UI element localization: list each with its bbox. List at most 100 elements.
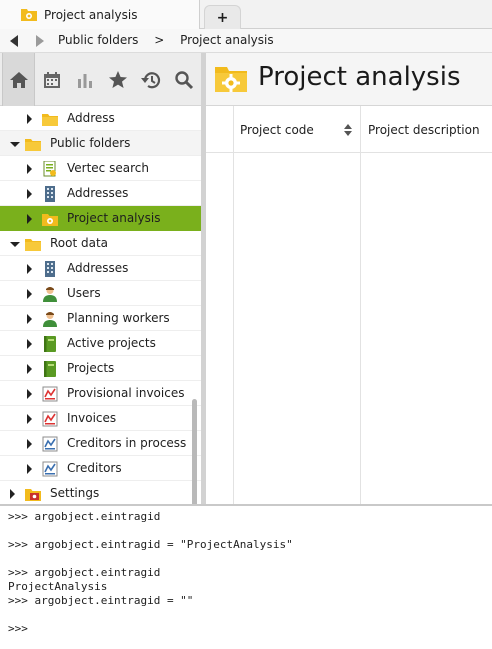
search-icon[interactable] [167, 53, 200, 106]
tree-item-label: Addresses [67, 186, 129, 200]
folder-icon [25, 139, 41, 151]
breadcrumb-item-project-analysis[interactable]: Project analysis [180, 33, 273, 47]
user-icon [43, 287, 57, 302]
sort-icon[interactable] [344, 124, 352, 136]
tree-item-root-data[interactable]: Root data [0, 231, 201, 256]
data-grid: Project code Project description [206, 106, 492, 504]
tree-item-label: Active projects [67, 336, 156, 350]
home-icon[interactable] [2, 53, 35, 106]
tree-item-label: Creditors [67, 461, 122, 475]
project-analysis-icon [42, 214, 58, 226]
expand-arrow-icon[interactable] [27, 264, 32, 274]
expand-arrow-icon[interactable] [27, 114, 32, 124]
tree-item-label: Root data [50, 236, 109, 250]
document-icon [43, 161, 56, 177]
star-icon[interactable] [101, 53, 134, 106]
expand-arrow-icon[interactable] [27, 214, 32, 224]
tree-item-planning-workers[interactable]: Planning workers [0, 306, 201, 331]
grid-column-divider [233, 106, 234, 504]
navigation-tree: Address Public folders Vertec search Addres… [0, 106, 201, 504]
building-icon [45, 186, 55, 202]
expand-arrow-icon[interactable] [27, 164, 32, 174]
creditor-icon [42, 436, 58, 452]
invoice-icon [42, 411, 58, 427]
project-book-icon [44, 361, 56, 377]
page-header: Project analysis [206, 53, 492, 106]
tree-item-label: Address [67, 111, 115, 125]
breadcrumb-item-public-folders[interactable]: Public folders [58, 33, 138, 47]
grid-column-divider [360, 106, 361, 504]
console-line: ProjectAnalysis [8, 580, 108, 593]
tree-item-label: Public folders [50, 136, 131, 150]
tree-item-addresses[interactable]: Addresses [0, 256, 201, 281]
tree-item-provisional-invoices[interactable]: Provisional invoices [0, 381, 201, 406]
tree-item-settings[interactable]: Settings [0, 481, 201, 504]
tree-item-label: Invoices [67, 411, 117, 425]
expand-arrow-icon[interactable] [27, 364, 32, 374]
console-line: >>> argobject.eintragid = "" [8, 594, 194, 607]
invoice-icon [42, 386, 58, 402]
tab-project-analysis[interactable]: Project analysis [0, 0, 200, 29]
calendar-icon[interactable] [35, 53, 68, 106]
building-icon [45, 261, 55, 277]
expand-arrow-icon[interactable] [27, 339, 32, 349]
expand-arrow-icon[interactable] [27, 389, 32, 399]
expand-arrow-icon[interactable] [27, 189, 32, 199]
collapse-arrow-icon[interactable] [10, 142, 20, 147]
bar-chart-icon[interactable] [68, 53, 101, 106]
expand-arrow-icon[interactable] [27, 289, 32, 299]
folder-icon [42, 114, 58, 126]
expand-arrow-icon[interactable] [27, 414, 32, 424]
tree-item-label: Provisional invoices [67, 386, 185, 400]
page-title: Project analysis [258, 62, 461, 92]
folder-icon [25, 239, 41, 251]
breadcrumb-bar: Public folders > Project analysis [0, 29, 492, 53]
project-analysis-icon [215, 67, 247, 92]
new-tab-button[interactable]: + [204, 5, 241, 29]
console-prompt[interactable]: >>> [8, 622, 484, 636]
breadcrumb-separator: > [154, 33, 165, 47]
expand-arrow-icon[interactable] [10, 489, 15, 499]
expand-arrow-icon[interactable] [27, 464, 32, 474]
tree-item-invoices[interactable]: Invoices [0, 406, 201, 431]
console-line: >>> argobject.eintragid = "ProjectAnalys… [8, 538, 293, 551]
tree-item-public-folders[interactable]: Public folders [0, 131, 201, 156]
expand-arrow-icon[interactable] [27, 314, 32, 324]
tree-item-label: Planning workers [67, 311, 170, 325]
creditor-icon [42, 461, 58, 477]
tab-bar: Project analysis + [0, 0, 492, 29]
tree-item-users[interactable]: Users [0, 281, 201, 306]
tab-label: Project analysis [44, 7, 138, 22]
project-analysis-icon [21, 9, 37, 21]
tree-item-active-projects[interactable]: Active projects [0, 331, 201, 356]
tree-scrollbar[interactable] [192, 399, 197, 504]
collapse-arrow-icon[interactable] [10, 242, 20, 247]
python-console[interactable]: >>> argobject.eintragid >>> argobject.ei… [0, 504, 492, 649]
tree-item-label: Addresses [67, 261, 129, 275]
tree-item-vertec-search[interactable]: Vertec search [0, 156, 201, 181]
tree-item-creditors-in-process[interactable]: Creditors in process [0, 431, 201, 456]
tree-item-label: Creditors in process [67, 436, 187, 450]
column-header-project-description[interactable]: Project description [368, 123, 480, 137]
settings-folder-icon [25, 489, 41, 501]
tree-item-label: Settings [50, 486, 100, 500]
tree-item-projects[interactable]: Projects [0, 356, 201, 381]
tree-item-address[interactable]: Address [0, 106, 201, 131]
tree-item-label: Project analysis [67, 211, 161, 225]
expand-arrow-icon[interactable] [27, 439, 32, 449]
user-icon [43, 312, 57, 327]
forward-arrow-icon[interactable] [36, 35, 44, 47]
breadcrumb: Public folders > Project analysis [58, 33, 286, 47]
tree-item-project-analysis[interactable]: Project analysis [0, 206, 201, 231]
tree-item-addresses[interactable]: Addresses [0, 181, 201, 206]
project-book-icon [44, 336, 56, 352]
tree-item-creditors[interactable]: Creditors [0, 456, 201, 481]
tree-item-label: Users [67, 286, 101, 300]
column-header-project-code[interactable]: Project code [240, 123, 314, 137]
back-arrow-icon[interactable] [10, 35, 18, 47]
history-icon[interactable] [134, 53, 167, 106]
console-line: >>> argobject.eintragid [8, 566, 161, 579]
